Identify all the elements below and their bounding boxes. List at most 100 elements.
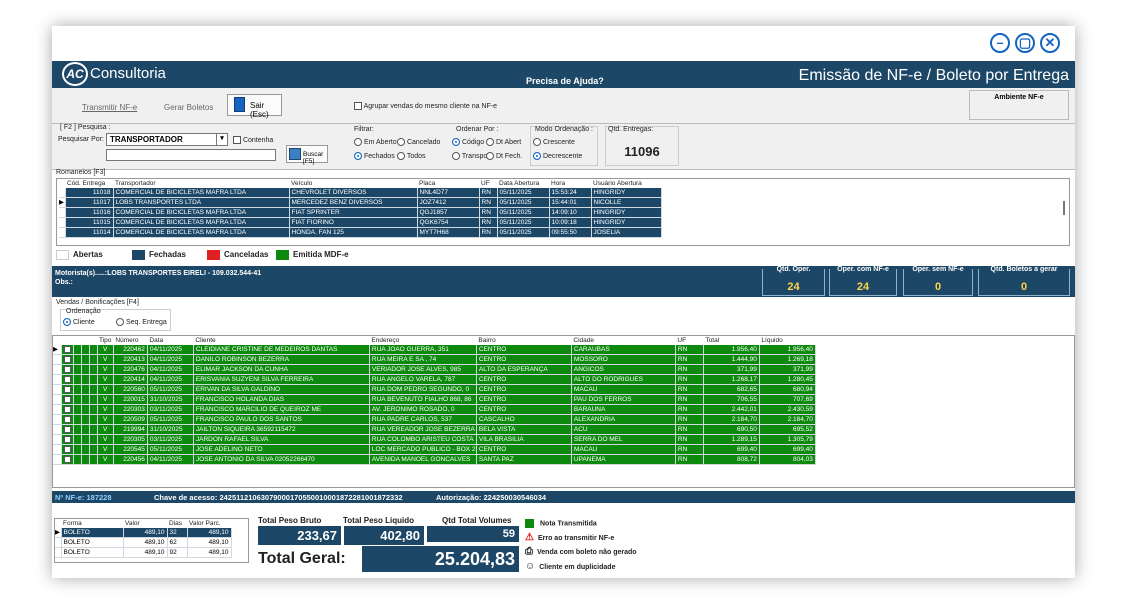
- table-row[interactable]: V 220545 05/11/2025 JOSE ADELINO NETO LOC ME…: [53, 444, 816, 455]
- table-cell: RN: [675, 434, 704, 445]
- table-cell: V: [97, 454, 114, 465]
- table-cell: COMERCIAL DE BICICLETAS MAFRA LTDA: [113, 207, 290, 218]
- gerar-boletos-button[interactable]: Gerar Boletos: [164, 103, 213, 112]
- table-cell: 489,10: [187, 528, 232, 538]
- table-row[interactable]: 11014 COMERCIAL DE BICICLETAS MAFRA LTDA H…: [59, 227, 662, 238]
- row-checkbox[interactable]: [61, 454, 74, 465]
- row-checkbox[interactable]: [61, 414, 74, 425]
- table-row[interactable]: 11016 COMERCIAL DE BICICLETAS MAFRA LTDA F…: [59, 207, 662, 218]
- column-header: Endereço: [369, 336, 477, 345]
- contenha-checkbox[interactable]: Contenha: [233, 136, 273, 144]
- table-row[interactable]: BOLETO 489,10 62 489,10: [55, 537, 232, 548]
- table-row[interactable]: V 220560 05/11/2025 ERIVAN DA SILVA GALDINO…: [53, 384, 816, 395]
- table-row[interactable]: ▶ V 220462 04/11/2025 CLEIDIANE CRISTINE DE …: [53, 345, 816, 355]
- table-cell: ELIMAR JACKSON DA CUNHA: [193, 364, 370, 375]
- row-checkbox[interactable]: [61, 374, 74, 385]
- row-indicator: [53, 404, 62, 415]
- scrollbar[interactable]: [1063, 201, 1065, 215]
- row-indicator: [53, 424, 62, 435]
- table-row[interactable]: V 220303 03/11/2025 FRANCISCO MARCILIO DE Q…: [53, 404, 816, 415]
- table-cell: HINGRIDY: [591, 217, 662, 228]
- motorista-bar: Motorista(s).....:LOBS TRANSPORTES EIREL…: [52, 266, 1075, 297]
- row-checkbox[interactable]: [61, 345, 74, 355]
- table-row[interactable]: ▶ BOLETO 489,10 32 489,10: [55, 528, 232, 538]
- qtd-oper-value: 24: [787, 281, 800, 293]
- erro-label: Erro ao transmitir NF-e: [537, 535, 615, 542]
- table-cell: V: [97, 414, 114, 425]
- dt-abert-radio[interactable]: Dt Abert: [486, 138, 521, 146]
- seq-entrega-radio[interactable]: Seq. Entrega: [116, 318, 167, 326]
- todos-radio[interactable]: Todos: [397, 152, 426, 160]
- dt-fech-radio[interactable]: Dt Fech.: [486, 152, 522, 160]
- row-checkbox[interactable]: [61, 394, 74, 405]
- person-icon: ☺: [525, 561, 536, 572]
- toolbar: Transmitir NF-e Gerar Boletos Sair (Esc)…: [52, 88, 1075, 124]
- row-checkbox[interactable]: [61, 424, 74, 435]
- table-cell: ACU: [571, 424, 676, 435]
- em-aberto-radio[interactable]: Em Aberto: [354, 138, 397, 146]
- codigo-radio[interactable]: Código: [452, 138, 484, 146]
- row-checkbox[interactable]: [61, 354, 74, 365]
- legend-abertas: Abertas: [56, 250, 103, 260]
- pesquisar-por-select[interactable]: TRANSPORTADOR ▾: [106, 133, 228, 146]
- table-row[interactable]: V 220305 03/11/2025 JARDON RAFAEL SILVA RUA …: [53, 434, 816, 445]
- table-row[interactable]: 11015 COMERCIAL DE BICICLETAS MAFRA LTDA F…: [59, 217, 662, 228]
- maximize-icon[interactable]: ▢: [1015, 33, 1035, 53]
- table-row[interactable]: BOLETO 489,10 92 489,10: [55, 547, 232, 558]
- table-row[interactable]: V 220509 05/11/2025 FRANCISCO PAULO DOS SAN…: [53, 414, 816, 425]
- sair-button[interactable]: Sair (Esc): [227, 94, 282, 119]
- help-link[interactable]: Precisa de Ajuda?: [526, 76, 604, 86]
- row-checkbox[interactable]: [61, 364, 74, 375]
- agrupar-checkbox[interactable]: Agrupar vendas do mesmo cliente na NF-e: [354, 102, 497, 110]
- table-cell: 680,94: [759, 384, 816, 395]
- buscar-button[interactable]: Buscar [F5]: [286, 145, 328, 165]
- oper-sem-nfe-value: 0: [934, 281, 942, 293]
- modo-label: Modo Ordenação :: [535, 126, 593, 133]
- close-icon[interactable]: ✕: [1040, 33, 1060, 53]
- table-cell: RN: [479, 207, 498, 218]
- table-cell: 1.289,15: [703, 434, 760, 445]
- table-cell: 220462: [113, 345, 148, 355]
- table-cell: 220015: [113, 394, 148, 405]
- fechados-radio[interactable]: Fechados: [354, 152, 395, 160]
- row-checkbox[interactable]: [61, 444, 74, 455]
- status-cell: [73, 384, 82, 395]
- search-input[interactable]: [106, 149, 276, 161]
- crescente-radio[interactable]: Crescente: [533, 138, 575, 146]
- status-cell: [81, 434, 90, 445]
- table-row[interactable]: V 220015 31/10/2025 FRANCISCO HOLANDA DIAS R…: [53, 394, 816, 405]
- transpo-radio[interactable]: Transpo: [452, 152, 487, 160]
- table-row[interactable]: 11018 COMERCIAL DE BICICLETAS MAFRA LTDA C…: [59, 188, 662, 198]
- row-checkbox[interactable]: [61, 404, 74, 415]
- table-row[interactable]: V 220413 04/11/2025 DANILO ROBINSON BEZERRA…: [53, 354, 816, 365]
- table-cell: NNL4D77: [417, 188, 480, 198]
- transmitir-button[interactable]: Transmitir NF-e: [82, 103, 137, 112]
- sair-label: Sair (Esc): [250, 101, 269, 119]
- table-row[interactable]: V 220414 04/11/2025 ERISVANIA SUZYENI SILVA…: [53, 374, 816, 385]
- minimize-icon[interactable]: –: [990, 33, 1010, 53]
- agrupar-check[interactable]: [354, 102, 362, 110]
- cancelado-radio[interactable]: Cancelado: [397, 138, 440, 146]
- cliente-radio[interactable]: Cliente: [63, 318, 95, 326]
- column-header: Placa: [417, 179, 479, 188]
- table-cell: 15:53:24: [549, 188, 592, 198]
- column-header: Total: [703, 336, 760, 345]
- table-cell: JAILTON SIQUEIRA 36592115472: [193, 424, 370, 435]
- status-cell: [81, 394, 90, 405]
- table-row[interactable]: V 219994 31/10/2025 JAILTON SIQUEIRA 365921…: [53, 424, 816, 435]
- dup-label: Cliente em duplicidade: [539, 564, 616, 571]
- column-header: [81, 336, 89, 345]
- table-row[interactable]: V 220456 04/11/2025 JOSE ANTONIO DA SILVA 0…: [53, 454, 816, 465]
- table-cell: HINGRIDY: [591, 207, 662, 218]
- table-cell: 1.268,17: [703, 374, 760, 385]
- decrescente-radio[interactable]: Decrescente: [533, 152, 582, 160]
- column-header: Cliente: [193, 336, 370, 345]
- chevron-down-icon[interactable]: ▾: [216, 134, 227, 145]
- table-row[interactable]: V 220476 04/11/2025 ELIMAR JACKSON DA CUNHA…: [53, 364, 816, 375]
- abertas-swatch: [56, 250, 69, 260]
- table-row[interactable]: ▶ 11017 LOBS TRANSPORTES LTDA MERCEDEZ BENZ…: [59, 197, 662, 208]
- row-indicator: [53, 454, 62, 465]
- crescente-label: Crescente: [542, 138, 575, 146]
- row-checkbox[interactable]: [61, 434, 74, 445]
- row-checkbox[interactable]: [61, 384, 74, 395]
